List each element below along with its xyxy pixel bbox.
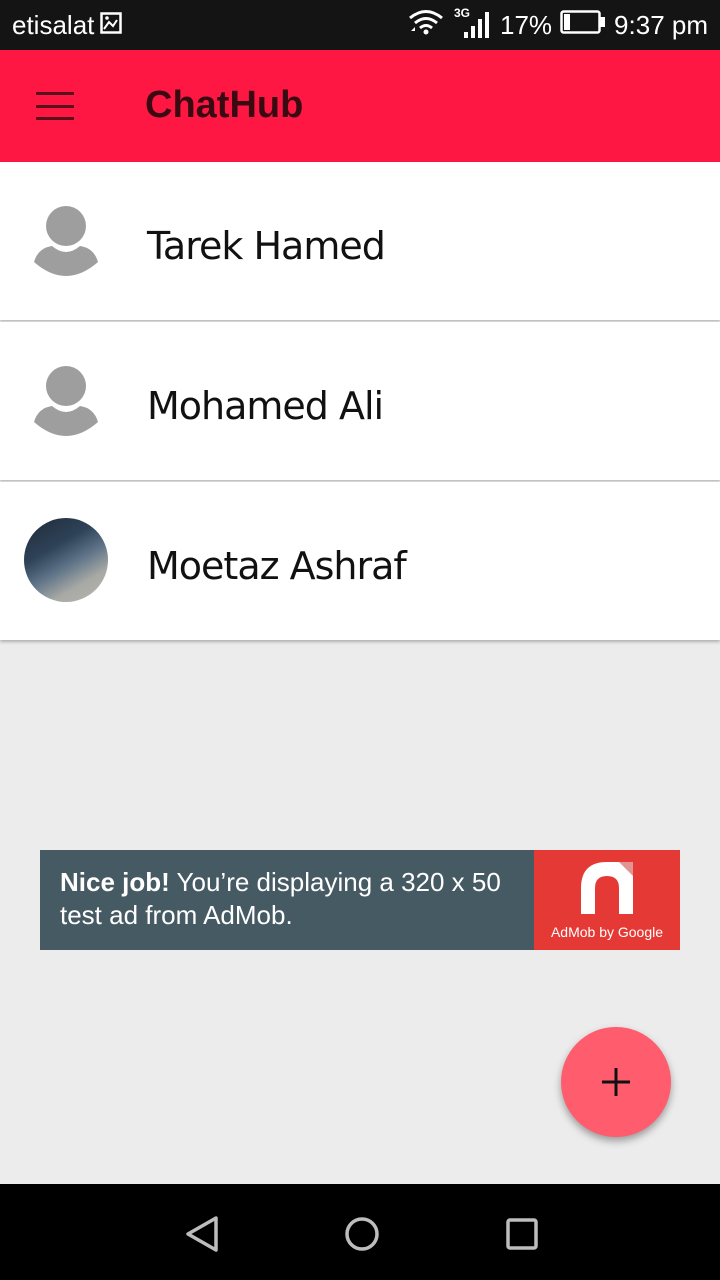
carrier-name: etisalat xyxy=(12,9,95,40)
plus-icon xyxy=(602,1068,630,1096)
contact-name: Mohamed Ali xyxy=(147,384,384,428)
default-person-icon xyxy=(24,358,108,442)
ad-headline: Nice job! xyxy=(60,867,170,897)
hamburger-menu-icon[interactable] xyxy=(36,90,76,122)
chat-list-item[interactable]: Tarek Hamed xyxy=(0,162,720,320)
app-bar: ChatHub xyxy=(0,50,720,162)
default-person-icon xyxy=(24,198,108,282)
home-circle-icon[interactable] xyxy=(342,1214,382,1259)
clock: 9:37 pm xyxy=(614,9,708,40)
cell-signal-icon: 3G xyxy=(452,6,492,40)
contact-name: Moetaz Ashraf xyxy=(147,544,407,588)
screen: etisalat 3G 17% 9:37 pm ChatHub Tarek Ha… xyxy=(0,0,720,1280)
chat-list-item[interactable]: Mohamed Ali xyxy=(0,322,720,480)
battery-icon xyxy=(560,9,606,41)
back-triangle-icon[interactable] xyxy=(182,1214,222,1259)
image-notification-icon xyxy=(100,10,123,41)
ad-banner[interactable]: Nice job! You’re displaying a 320 x 50 t… xyxy=(40,850,680,950)
chat-list: Tarek Hamed Mohamed Ali Moetaz Ashraf xyxy=(0,162,720,642)
admob-logo-icon xyxy=(581,862,633,914)
status-bar: etisalat 3G 17% 9:37 pm xyxy=(0,0,720,50)
battery-percent: 17% xyxy=(500,9,553,40)
recents-square-icon[interactable] xyxy=(502,1214,542,1259)
contact-photo-avatar xyxy=(24,518,108,602)
navigation-bar xyxy=(0,1184,720,1280)
chat-list-item[interactable]: Moetaz Ashraf xyxy=(0,482,720,640)
contact-name: Tarek Hamed xyxy=(147,224,386,268)
ad-text: Nice job! You’re displaying a 320 x 50 t… xyxy=(40,850,534,950)
admob-logo: AdMob by Google xyxy=(534,850,680,950)
add-chat-button[interactable] xyxy=(561,1027,671,1137)
app-title: ChatHub xyxy=(145,84,304,126)
wifi-icon xyxy=(408,9,444,42)
ad-brand-label: AdMob by Google xyxy=(550,924,664,940)
